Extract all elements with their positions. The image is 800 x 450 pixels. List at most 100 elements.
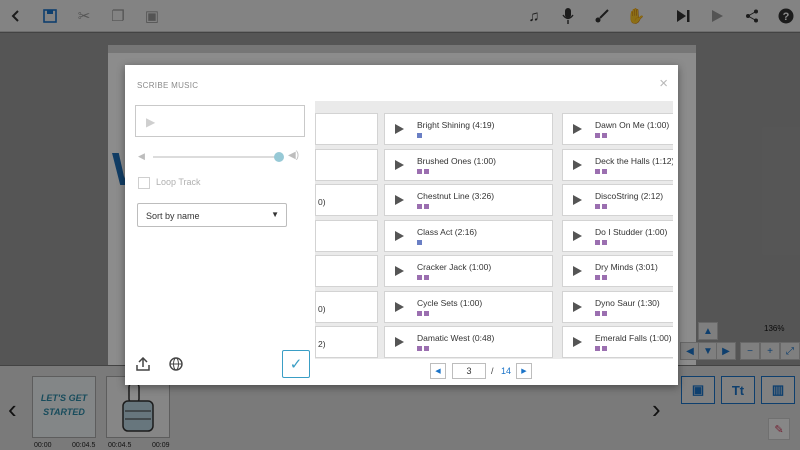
sort-dropdown[interactable]: Sort by name ▼ <box>137 203 287 227</box>
track-play-icon[interactable] <box>395 337 404 347</box>
track-card[interactable]: DiscoString (2:12) <box>562 184 673 216</box>
track-tag-square <box>417 168 422 174</box>
track-grid: 0) 0) 2) Bright Shining (4:19) Brushed Ones … <box>315 101 673 359</box>
track-tag-square <box>424 275 429 280</box>
track-card[interactable]: Bright Shining (4:19) <box>384 113 553 145</box>
track-tag-square <box>602 133 607 138</box>
track-play-icon[interactable] <box>573 159 582 170</box>
track-card[interactable]: Dyno Saur (1:30) <box>562 290 673 323</box>
track-card-partial[interactable]: 0) <box>315 184 378 216</box>
track-play-icon[interactable] <box>395 301 404 312</box>
chevron-down-icon: ▼ <box>271 210 279 219</box>
track-play-icon[interactable] <box>573 124 582 134</box>
track-card-partial[interactable] <box>315 255 378 287</box>
sort-value: Sort by name <box>146 211 200 221</box>
track-play-icon[interactable] <box>573 230 582 241</box>
track-tag-square <box>595 133 600 138</box>
confirm-button[interactable]: ✓ <box>282 350 310 378</box>
globe-icon[interactable] <box>169 357 183 374</box>
track-card-partial[interactable]: 0) <box>315 290 378 323</box>
track-tag-square <box>595 346 600 351</box>
track-card[interactable]: Cycle Sets (1:00) <box>384 290 553 323</box>
track-play-icon[interactable] <box>395 124 404 134</box>
track-name: Damatic West (0:48) <box>417 333 495 343</box>
track-tag-square <box>602 275 607 280</box>
track-play-icon[interactable] <box>573 337 582 347</box>
track-tag-square <box>595 168 600 174</box>
track-name: 2) <box>318 339 326 349</box>
track-play-icon[interactable] <box>395 159 404 170</box>
track-name: Bright Shining (4:19) <box>417 120 495 130</box>
track-name: Dry Minds (3:01) <box>595 262 658 272</box>
track-tag-square <box>595 239 600 245</box>
dialog-title: SCRIBE MUSIC <box>137 81 199 90</box>
track-card[interactable]: Class Act (2:16) <box>384 219 553 252</box>
track-card[interactable]: Damatic West (0:48) <box>384 326 553 358</box>
track-name: 0) <box>318 303 326 314</box>
track-name: Deck the Halls (1:12) <box>595 155 673 166</box>
track-preview[interactable]: ▶ <box>135 105 305 137</box>
volume-high-icon: ◀) <box>288 150 300 161</box>
track-tag-square <box>424 168 429 174</box>
track-card[interactable]: Chestnut Line (3:26) <box>384 184 553 216</box>
close-icon[interactable]: × <box>659 75 668 92</box>
track-tag-square <box>424 204 429 209</box>
volume-slider-handle[interactable] <box>274 152 284 162</box>
page-total: 14 <box>501 366 512 376</box>
track-card[interactable]: Brushed Ones (1:00) <box>384 148 553 181</box>
track-tag-square <box>417 275 422 280</box>
prev-page-icon[interactable]: ◀ <box>430 363 446 379</box>
track-tag-square <box>417 133 422 138</box>
track-tag-square <box>417 346 422 351</box>
track-card[interactable]: Dry Minds (3:01) <box>562 255 673 287</box>
scribe-music-dialog: SCRIBE MUSIC × ▶ ◀ ◀) Loop Track Sort by… <box>125 65 678 385</box>
track-tag-square <box>602 168 607 174</box>
next-page-icon[interactable]: ▶ <box>516 363 532 379</box>
track-tag-square <box>595 310 600 316</box>
track-play-icon[interactable] <box>573 301 582 312</box>
track-card[interactable]: Emerald Falls (1:00) <box>562 326 673 358</box>
track-card-partial[interactable] <box>315 113 378 145</box>
track-name: DiscoString (2:12) <box>595 191 664 201</box>
track-name: Brushed Ones (1:00) <box>417 155 496 166</box>
track-name: 0) <box>318 197 326 207</box>
track-card[interactable]: Dawn On Me (1:00) <box>562 113 673 145</box>
track-name: Class Act (2:16) <box>417 226 477 237</box>
volume-slider[interactable] <box>153 156 277 158</box>
track-tag-square <box>602 310 607 316</box>
page-input[interactable]: 3 <box>452 363 486 379</box>
track-name: Cycle Sets (1:00) <box>417 297 483 308</box>
track-tag-square <box>595 275 600 280</box>
track-card-partial[interactable]: 2) <box>315 326 378 358</box>
track-play-icon[interactable] <box>395 266 404 276</box>
track-tag-square <box>424 310 429 316</box>
track-play-icon[interactable] <box>395 195 404 205</box>
track-card-partial[interactable] <box>315 148 378 181</box>
track-tag-square <box>417 239 422 245</box>
upload-icon[interactable] <box>136 356 150 374</box>
loop-track-checkbox[interactable] <box>138 177 150 189</box>
track-card-partial[interactable] <box>315 219 378 252</box>
track-tag-square <box>602 204 607 209</box>
track-name: Chestnut Line (3:26) <box>417 191 495 201</box>
preview-play-icon[interactable]: ▶ <box>146 115 155 129</box>
track-play-icon[interactable] <box>573 266 582 276</box>
track-tag-square <box>424 346 429 351</box>
track-name: Dawn On Me (1:00) <box>595 120 670 130</box>
track-tag-square <box>595 204 600 209</box>
track-name: Do I Studder (1:00) <box>595 226 668 237</box>
track-name: Dyno Saur (1:30) <box>595 297 660 308</box>
track-card[interactable]: Deck the Halls (1:12) <box>562 148 673 181</box>
track-card[interactable]: Do I Studder (1:00) <box>562 219 673 252</box>
track-tag-square <box>602 346 607 351</box>
track-name: Cracker Jack (1:00) <box>417 262 492 272</box>
volume-low-icon: ◀ <box>138 151 145 161</box>
track-play-icon[interactable] <box>573 195 582 205</box>
track-tag-square <box>417 204 422 209</box>
track-tag-square <box>602 239 607 245</box>
track-name: Emerald Falls (1:00) <box>595 333 672 343</box>
page-separator: / <box>491 366 494 376</box>
track-tag-square <box>417 310 422 316</box>
track-play-icon[interactable] <box>395 230 404 241</box>
track-card[interactable]: Cracker Jack (1:00) <box>384 255 553 287</box>
